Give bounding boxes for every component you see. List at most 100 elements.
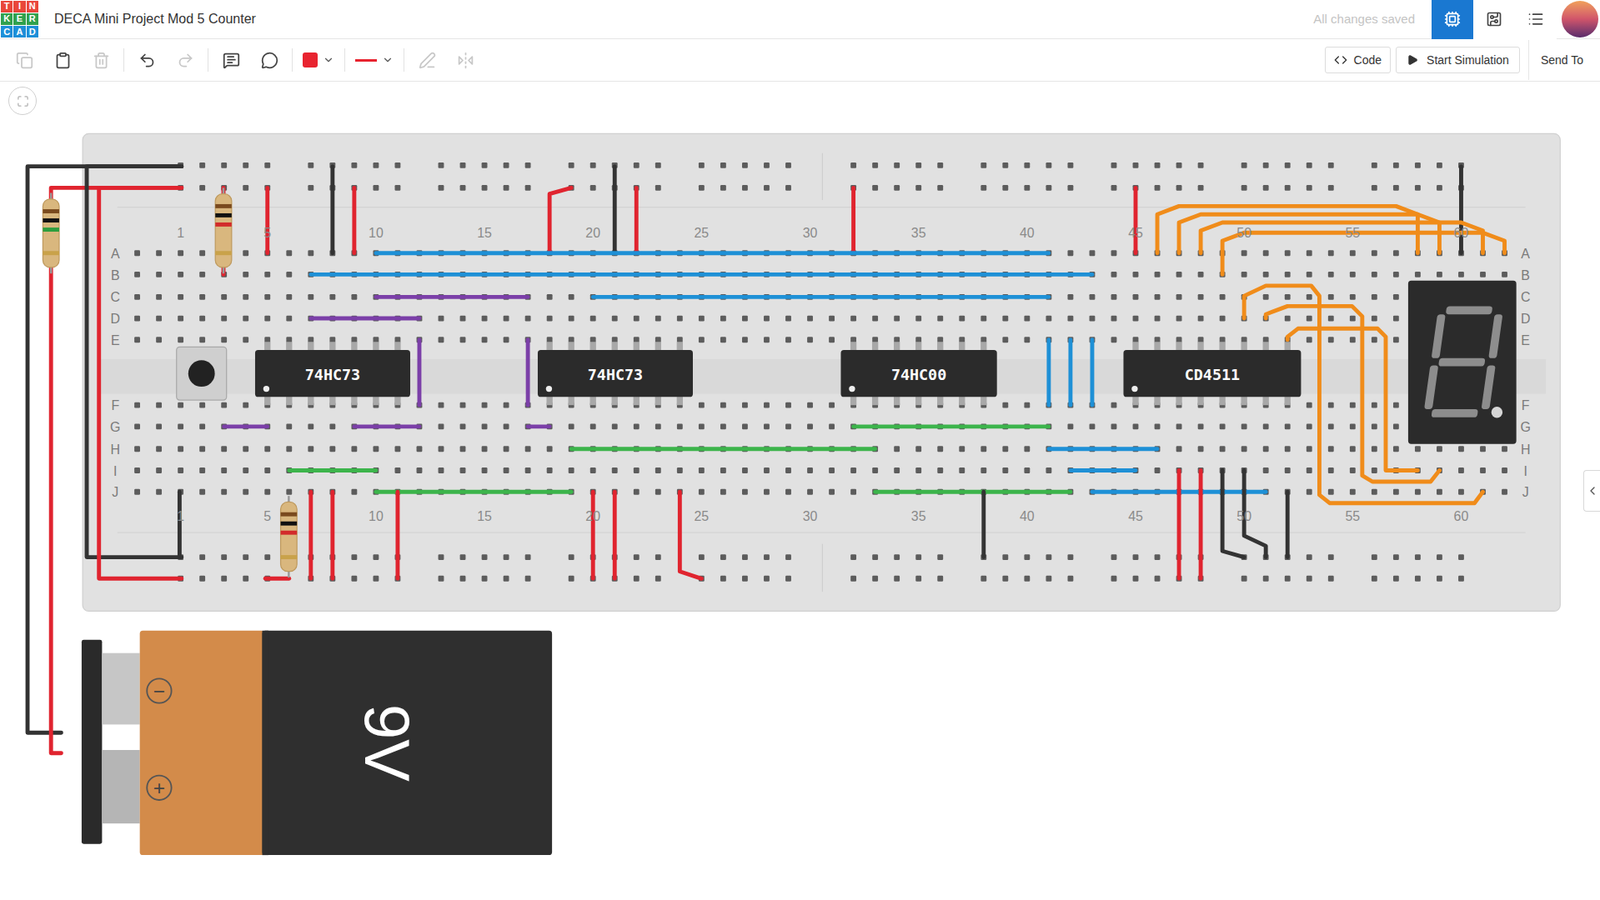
breadboard-hole[interactable] xyxy=(155,336,162,343)
wire[interactable] xyxy=(1287,328,1418,471)
breadboard-hole[interactable] xyxy=(1328,250,1335,256)
breadboard-hole[interactable] xyxy=(1219,315,1226,322)
breadboard-hole[interactable] xyxy=(546,446,553,452)
rail-hole[interactable] xyxy=(698,554,705,561)
breadboard-hole[interactable] xyxy=(1479,467,1486,474)
rail-hole[interactable] xyxy=(893,554,900,561)
panel-collapse-tab[interactable] xyxy=(1583,470,1600,512)
breadboard-hole[interactable] xyxy=(698,423,705,430)
breadboard-hole[interactable] xyxy=(503,446,510,452)
wire[interactable] xyxy=(1070,468,1136,473)
resistor[interactable] xyxy=(42,192,60,274)
breadboard-hole[interactable] xyxy=(1349,467,1356,474)
breadboard-hole[interactable] xyxy=(1111,271,1118,278)
breadboard-hole[interactable] xyxy=(1458,271,1465,278)
breadboard-hole[interactable] xyxy=(1393,446,1400,452)
breadboard-hole[interactable] xyxy=(329,446,336,452)
rail-hole[interactable] xyxy=(655,554,662,561)
breadboard-hole[interactable] xyxy=(177,423,184,430)
breadboard-hole[interactable] xyxy=(1284,250,1291,256)
breadboard-hole[interactable] xyxy=(525,446,532,452)
seven-segment-display[interactable] xyxy=(1408,280,1517,445)
breadboard-hole[interactable] xyxy=(285,315,292,322)
rail-hole[interactable] xyxy=(1328,185,1335,191)
breadboard-hole[interactable] xyxy=(590,336,597,343)
rail-hole[interactable] xyxy=(1045,162,1052,169)
breadboard-hole[interactable] xyxy=(1023,446,1030,452)
resistor[interactable] xyxy=(215,187,232,274)
wire[interactable] xyxy=(1243,285,1483,504)
breadboard-hole[interactable] xyxy=(134,336,141,343)
breadboard-hole[interactable] xyxy=(242,315,249,322)
breadboard-hole[interactable] xyxy=(1371,489,1378,496)
breadboard-hole[interactable] xyxy=(1479,446,1486,452)
rail-hole[interactable] xyxy=(1371,162,1378,169)
breadboard-hole[interactable] xyxy=(1154,315,1161,322)
rail-hole[interactable] xyxy=(742,185,748,191)
breadboard-hole[interactable] xyxy=(460,467,467,474)
breadboard-hole[interactable] xyxy=(1111,402,1118,409)
breadboard-hole[interactable] xyxy=(285,423,292,430)
breadboard-hole[interactable] xyxy=(372,446,379,452)
breadboard-hole[interactable] xyxy=(1133,336,1139,343)
breadboard-hole[interactable] xyxy=(134,423,141,430)
start-simulation-button[interactable]: Start Simulation xyxy=(1395,46,1520,74)
breadboard-hole[interactable] xyxy=(199,294,206,301)
wire[interactable] xyxy=(1285,491,1290,557)
breadboard-hole[interactable] xyxy=(525,315,532,322)
rail-hole[interactable] xyxy=(525,576,532,582)
rail-hole[interactable] xyxy=(438,554,445,561)
breadboard-hole[interactable] xyxy=(1349,336,1356,343)
breadboard-hole[interactable] xyxy=(199,467,206,474)
breadboard-hole[interactable] xyxy=(1089,294,1096,301)
wire[interactable] xyxy=(679,491,702,579)
breadboard-hole[interactable] xyxy=(329,336,336,343)
breadboard-hole[interactable] xyxy=(177,336,184,343)
rail-hole[interactable] xyxy=(850,162,857,169)
breadboard-hole[interactable] xyxy=(568,336,575,343)
rail-hole[interactable] xyxy=(1436,185,1443,191)
breadboard-hole[interactable] xyxy=(395,446,402,452)
breadboard-hole[interactable] xyxy=(590,467,597,474)
breadboard-hole[interactable] xyxy=(1328,489,1335,496)
rail-hole[interactable] xyxy=(1111,162,1118,169)
rail-hole[interactable] xyxy=(720,162,727,169)
circuit-canvas[interactable]: 74HC7374HC7374HC00CD4511AABBCCDDEEFFGGHH… xyxy=(0,81,1600,900)
wire[interactable] xyxy=(634,187,639,253)
breadboard-hole[interactable] xyxy=(633,467,640,474)
rail-hole[interactable] xyxy=(872,576,878,582)
breadboard-hole[interactable] xyxy=(1067,294,1074,301)
breadboard-hole[interactable] xyxy=(199,402,206,409)
breadboard-hole[interactable] xyxy=(568,467,575,474)
rail-hole[interactable] xyxy=(351,576,357,582)
breadboard-hole[interactable] xyxy=(611,336,618,343)
wire[interactable] xyxy=(376,250,1049,256)
breadboard-hole[interactable] xyxy=(307,446,314,452)
breadboard-hole[interactable] xyxy=(611,315,618,322)
rail-hole[interactable] xyxy=(481,185,488,191)
breadboard-hole[interactable] xyxy=(1089,250,1096,256)
breadboard-hole[interactable] xyxy=(134,446,141,452)
breadboard-hole[interactable] xyxy=(1349,250,1356,256)
breadboard-hole[interactable] xyxy=(1067,315,1074,322)
breadboard-hole[interactable] xyxy=(1284,294,1291,301)
rail-hole[interactable] xyxy=(785,162,792,169)
rail-hole[interactable] xyxy=(937,576,943,582)
rail-hole[interactable] xyxy=(1154,554,1161,561)
breadboard-hole[interactable] xyxy=(242,250,249,256)
rail-hole[interactable] xyxy=(307,162,314,169)
toolbar-button[interactable] xyxy=(81,43,121,77)
toolbar-button[interactable] xyxy=(211,43,251,77)
rail-hole[interactable] xyxy=(525,185,532,191)
breadboard-hole[interactable] xyxy=(199,336,206,343)
breadboard-hole[interactable] xyxy=(763,336,770,343)
breadboard-hole[interactable] xyxy=(460,446,467,452)
breadboard-hole[interactable] xyxy=(1154,467,1161,474)
breadboard-hole[interactable] xyxy=(1198,336,1204,343)
breadboard-hole[interactable] xyxy=(633,423,640,430)
breadboard-hole[interactable] xyxy=(1349,271,1356,278)
breadboard-hole[interactable] xyxy=(1501,271,1508,278)
rail-hole[interactable] xyxy=(937,554,943,561)
breadboard-hole[interactable] xyxy=(1306,271,1313,278)
rail-hole[interactable] xyxy=(1111,576,1118,582)
